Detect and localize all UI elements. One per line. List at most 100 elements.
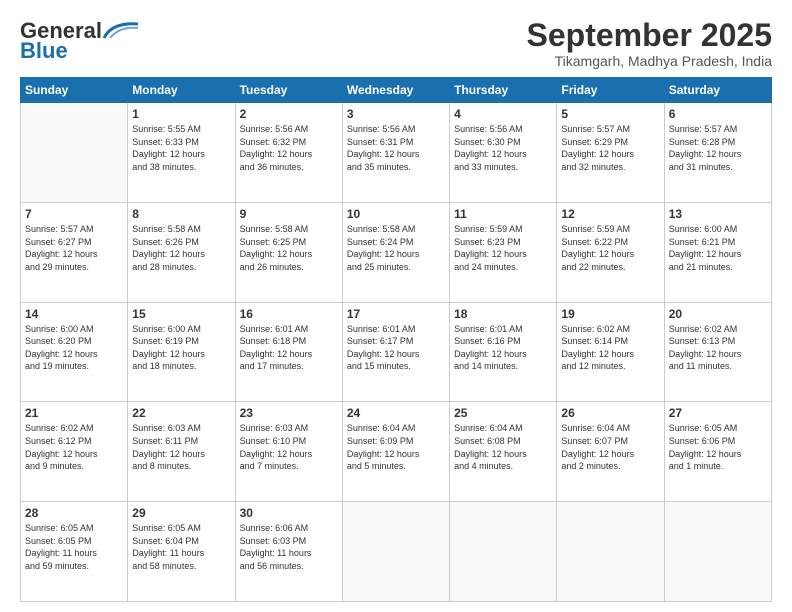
table-row: 1 Sunrise: 5:55 AM Sunset: 6:33 PM Daylig…	[128, 103, 235, 203]
table-row: 28 Sunrise: 6:05 AM Sunset: 6:05 PM Dayli…	[21, 502, 128, 602]
day-number: 30	[240, 506, 338, 520]
calendar-header-row: Sunday Monday Tuesday Wednesday Thursday…	[21, 78, 772, 103]
day-info: Sunrise: 5:56 AM Sunset: 6:30 PM Dayligh…	[454, 123, 552, 173]
day-number: 2	[240, 107, 338, 121]
day-number: 24	[347, 406, 445, 420]
col-thursday: Thursday	[450, 78, 557, 103]
title-block: September 2025 Tikamgarh, Madhya Pradesh…	[527, 18, 772, 69]
table-row: 25Sunrise: 6:04 AM Sunset: 6:08 PM Dayli…	[450, 402, 557, 502]
calendar-week-row: 14Sunrise: 6:00 AM Sunset: 6:20 PM Dayli…	[21, 302, 772, 402]
day-number: 25	[454, 406, 552, 420]
day-info: Sunrise: 5:57 AM Sunset: 6:29 PM Dayligh…	[561, 123, 659, 173]
day-number: 9	[240, 207, 338, 221]
table-row: 7 Sunrise: 5:57 AM Sunset: 6:27 PM Daylig…	[21, 202, 128, 302]
day-number: 7	[25, 207, 123, 221]
day-info: Sunrise: 6:02 AM Sunset: 6:13 PM Dayligh…	[669, 323, 767, 373]
logo-blue: Blue	[20, 38, 68, 64]
day-number: 18	[454, 307, 552, 321]
header: General Blue September 2025 Tikamgarh, M…	[20, 18, 772, 69]
table-row: 20 Sunrise: 6:02 AM Sunset: 6:13 PM Dayli…	[664, 302, 771, 402]
day-number: 15	[132, 307, 230, 321]
day-info: Sunrise: 6:02 AM Sunset: 6:14 PM Dayligh…	[561, 323, 659, 373]
calendar-week-row: 28 Sunrise: 6:05 AM Sunset: 6:05 PM Dayli…	[21, 502, 772, 602]
table-row: 13 Sunrise: 6:00 AM Sunset: 6:21 PM Dayli…	[664, 202, 771, 302]
table-row: 5 Sunrise: 5:57 AM Sunset: 6:29 PM Daylig…	[557, 103, 664, 203]
table-row: 29 Sunrise: 6:05 AM Sunset: 6:04 PM Dayli…	[128, 502, 235, 602]
day-info: Sunrise: 6:00 AM Sunset: 6:19 PM Dayligh…	[132, 323, 230, 373]
day-number: 20	[669, 307, 767, 321]
col-monday: Monday	[128, 78, 235, 103]
table-row: 16 Sunrise: 6:01 AM Sunset: 6:18 PM Dayli…	[235, 302, 342, 402]
day-info: Sunrise: 6:01 AM Sunset: 6:17 PM Dayligh…	[347, 323, 445, 373]
day-info: Sunrise: 5:57 AM Sunset: 6:28 PM Dayligh…	[669, 123, 767, 173]
day-info: Sunrise: 5:59 AM Sunset: 6:22 PM Dayligh…	[561, 223, 659, 273]
day-info: Sunrise: 5:58 AM Sunset: 6:24 PM Dayligh…	[347, 223, 445, 273]
table-row: 19 Sunrise: 6:02 AM Sunset: 6:14 PM Dayli…	[557, 302, 664, 402]
day-info: Sunrise: 6:05 AM Sunset: 6:04 PM Dayligh…	[132, 522, 230, 572]
table-row: 27 Sunrise: 6:05 AM Sunset: 6:06 PM Dayli…	[664, 402, 771, 502]
day-number: 29	[132, 506, 230, 520]
day-number: 21	[25, 406, 123, 420]
col-sunday: Sunday	[21, 78, 128, 103]
table-row: 12 Sunrise: 5:59 AM Sunset: 6:22 PM Dayli…	[557, 202, 664, 302]
day-info: Sunrise: 6:05 AM Sunset: 6:06 PM Dayligh…	[669, 422, 767, 472]
calendar-week-row: 1 Sunrise: 5:55 AM Sunset: 6:33 PM Daylig…	[21, 103, 772, 203]
calendar-table: Sunday Monday Tuesday Wednesday Thursday…	[20, 77, 772, 602]
day-number: 19	[561, 307, 659, 321]
day-info: Sunrise: 6:00 AM Sunset: 6:21 PM Dayligh…	[669, 223, 767, 273]
table-row: 3 Sunrise: 5:56 AM Sunset: 6:31 PM Daylig…	[342, 103, 449, 203]
day-info: Sunrise: 5:59 AM Sunset: 6:23 PM Dayligh…	[454, 223, 552, 273]
col-saturday: Saturday	[664, 78, 771, 103]
day-number: 28	[25, 506, 123, 520]
day-info: Sunrise: 6:04 AM Sunset: 6:09 PM Dayligh…	[347, 422, 445, 472]
day-info: Sunrise: 6:04 AM Sunset: 6:07 PM Dayligh…	[561, 422, 659, 472]
day-info: Sunrise: 5:56 AM Sunset: 6:31 PM Dayligh…	[347, 123, 445, 173]
table-row: 24 Sunrise: 6:04 AM Sunset: 6:09 PM Dayli…	[342, 402, 449, 502]
col-tuesday: Tuesday	[235, 78, 342, 103]
day-info: Sunrise: 6:03 AM Sunset: 6:10 PM Dayligh…	[240, 422, 338, 472]
table-row	[342, 502, 449, 602]
day-number: 16	[240, 307, 338, 321]
day-info: Sunrise: 6:00 AM Sunset: 6:20 PM Dayligh…	[25, 323, 123, 373]
table-row: 15 Sunrise: 6:00 AM Sunset: 6:19 PM Dayli…	[128, 302, 235, 402]
day-number: 12	[561, 207, 659, 221]
location: Tikamgarh, Madhya Pradesh, India	[527, 53, 772, 69]
day-info: Sunrise: 5:57 AM Sunset: 6:27 PM Dayligh…	[25, 223, 123, 273]
day-number: 4	[454, 107, 552, 121]
day-info: Sunrise: 6:06 AM Sunset: 6:03 PM Dayligh…	[240, 522, 338, 572]
day-number: 1	[132, 107, 230, 121]
table-row: 6 Sunrise: 5:57 AM Sunset: 6:28 PM Daylig…	[664, 103, 771, 203]
month-title: September 2025	[527, 18, 772, 53]
day-number: 6	[669, 107, 767, 121]
table-row: 22Sunrise: 6:03 AM Sunset: 6:11 PM Dayli…	[128, 402, 235, 502]
day-number: 13	[669, 207, 767, 221]
table-row: 2 Sunrise: 5:56 AM Sunset: 6:32 PM Daylig…	[235, 103, 342, 203]
logo-wing-icon	[102, 20, 140, 42]
day-number: 10	[347, 207, 445, 221]
day-info: Sunrise: 6:05 AM Sunset: 6:05 PM Dayligh…	[25, 522, 123, 572]
table-row: 11Sunrise: 5:59 AM Sunset: 6:23 PM Dayli…	[450, 202, 557, 302]
calendar-week-row: 21Sunrise: 6:02 AM Sunset: 6:12 PM Dayli…	[21, 402, 772, 502]
day-number: 3	[347, 107, 445, 121]
table-row: 23 Sunrise: 6:03 AM Sunset: 6:10 PM Dayli…	[235, 402, 342, 502]
day-info: Sunrise: 6:01 AM Sunset: 6:18 PM Dayligh…	[240, 323, 338, 373]
logo: General Blue	[20, 18, 140, 64]
table-row	[557, 502, 664, 602]
table-row	[21, 103, 128, 203]
table-row: 17Sunrise: 6:01 AM Sunset: 6:17 PM Dayli…	[342, 302, 449, 402]
day-number: 23	[240, 406, 338, 420]
table-row: 21Sunrise: 6:02 AM Sunset: 6:12 PM Dayli…	[21, 402, 128, 502]
day-info: Sunrise: 5:55 AM Sunset: 6:33 PM Dayligh…	[132, 123, 230, 173]
table-row: 9Sunrise: 5:58 AM Sunset: 6:25 PM Daylig…	[235, 202, 342, 302]
day-info: Sunrise: 6:01 AM Sunset: 6:16 PM Dayligh…	[454, 323, 552, 373]
table-row	[450, 502, 557, 602]
day-number: 5	[561, 107, 659, 121]
col-friday: Friday	[557, 78, 664, 103]
table-row: 30 Sunrise: 6:06 AM Sunset: 6:03 PM Dayli…	[235, 502, 342, 602]
col-wednesday: Wednesday	[342, 78, 449, 103]
page: General Blue September 2025 Tikamgarh, M…	[0, 0, 792, 612]
day-info: Sunrise: 5:56 AM Sunset: 6:32 PM Dayligh…	[240, 123, 338, 173]
day-number: 22	[132, 406, 230, 420]
table-row: 14Sunrise: 6:00 AM Sunset: 6:20 PM Dayli…	[21, 302, 128, 402]
day-number: 27	[669, 406, 767, 420]
